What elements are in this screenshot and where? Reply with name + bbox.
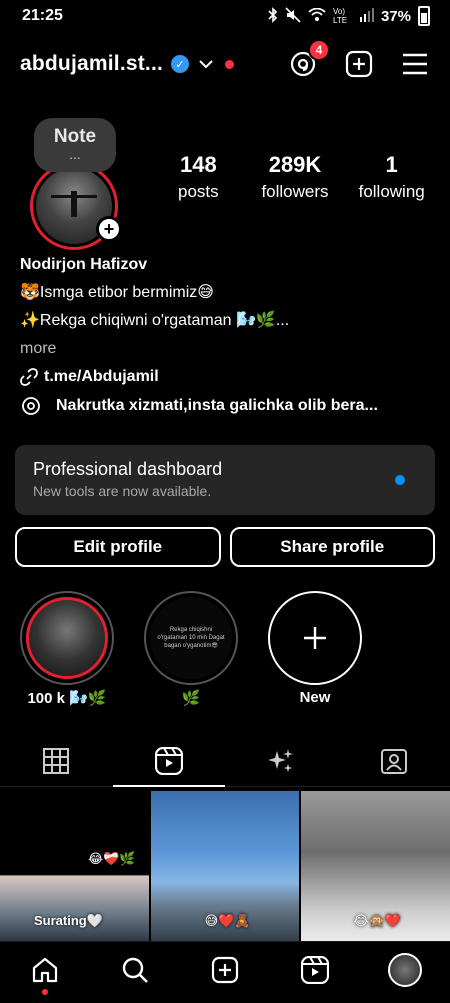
plus-icon xyxy=(268,591,362,685)
highlight-cover xyxy=(26,597,108,679)
home-notification-dot xyxy=(42,988,48,995)
tagged-person-icon xyxy=(380,748,407,774)
threads-text: Nakrutka xizmati,insta galichka olib ber… xyxy=(56,397,378,414)
highlight-label: New xyxy=(299,689,331,706)
nav-search[interactable] xyxy=(118,953,152,987)
display-name: Nodirjon Hafizov xyxy=(20,256,148,273)
profile-content-tabs xyxy=(0,735,450,787)
stat-value: 1 xyxy=(385,152,398,177)
profile-avatar[interactable]: + xyxy=(30,162,122,250)
plus-square-icon xyxy=(211,956,239,983)
bio-external-link[interactable]: t.me/Abdujamil xyxy=(20,363,430,391)
profile-stats: 148 posts 289K followers 1 following xyxy=(150,152,440,202)
highlight-ring: Rekga chiqishni o'rgataman 10 min Dagat … xyxy=(144,591,238,685)
new-indicator-dot xyxy=(395,475,405,485)
avatar xyxy=(388,952,422,987)
tab-reels[interactable] xyxy=(112,735,226,787)
note-dots: ... xyxy=(69,146,81,162)
reels-icon xyxy=(301,955,329,984)
stat-value: 289K xyxy=(268,152,322,177)
highlight-label: 🌿 xyxy=(181,690,201,707)
battery-percent: 37% xyxy=(380,7,411,25)
create-button[interactable] xyxy=(344,49,374,79)
wifi-icon xyxy=(308,7,326,25)
tab-tagged[interactable] xyxy=(338,735,450,786)
bottom-navigation xyxy=(0,941,450,1003)
stat-label: following xyxy=(358,182,425,201)
account-notification-dot xyxy=(225,59,235,69)
note-bubble[interactable]: Note ... xyxy=(34,118,116,172)
grid-item[interactable]: 😅❤️🧸 xyxy=(150,791,300,943)
reels-icon xyxy=(154,746,183,775)
followers-count[interactable]: 289K followers xyxy=(247,152,344,202)
highlight-label: 100 k 🌬️🌿 xyxy=(27,690,107,707)
username-switcher[interactable]: abdujamil.st... xyxy=(20,52,163,76)
bluetooth-icon xyxy=(268,6,278,26)
share-profile-button[interactable]: Share profile xyxy=(229,527,435,567)
nav-home[interactable] xyxy=(28,953,62,995)
nav-reels[interactable] xyxy=(298,953,332,987)
nav-create[interactable] xyxy=(208,953,242,987)
hamburger-menu-icon xyxy=(403,53,427,75)
following-count[interactable]: 1 following xyxy=(343,152,440,202)
highlight-ring xyxy=(20,591,114,685)
profile-action-buttons: Edit profile Share profile xyxy=(15,527,435,567)
threads-badge: 4 xyxy=(308,39,330,61)
threads-profile-link[interactable]: Nakrutka xizmati,insta galichka olib ber… xyxy=(20,395,430,417)
bio-line-1: 🐯Ismga etibor bermimiz😅 xyxy=(20,284,214,301)
signal-icon xyxy=(359,7,374,25)
bio-more-link[interactable]: more xyxy=(20,335,430,363)
add-story-plus-icon[interactable]: + xyxy=(96,216,122,242)
highlight-cover-text: Rekga chiqishni o'rgataman 10 min Dagat … xyxy=(157,627,225,649)
search-icon xyxy=(122,957,148,983)
edit-profile-button[interactable]: Edit profile xyxy=(15,527,221,567)
dashboard-title: Professional dashboard xyxy=(33,459,223,479)
posts-count[interactable]: 148 posts xyxy=(150,152,247,202)
highlight-item[interactable]: 100 k 🌬️🌿 xyxy=(20,591,114,707)
highlight-cover: Rekga chiqishni o'rgataman 10 min Dagat … xyxy=(150,597,232,679)
threads-icon xyxy=(22,397,40,415)
stat-value: 148 xyxy=(179,152,217,177)
grid-item[interactable]: 😂❤️‍🩹🌿 Surating🤍 xyxy=(0,791,149,943)
verified-badge-icon: ✓ xyxy=(171,55,190,73)
grid-item[interactable]: 😂🙊❤️ xyxy=(301,791,450,943)
tab-posts-grid[interactable] xyxy=(0,735,113,786)
bio-line-2: ✨Rekga chiqiwni o'rgataman 🌬️🌿... xyxy=(20,312,290,329)
new-highlight-button[interactable]: New xyxy=(268,591,362,707)
profile-header: abdujamil.st... ✓ 4 xyxy=(0,38,450,90)
stat-label: posts xyxy=(178,182,219,201)
status-icons: Vo) LTE 37% xyxy=(268,6,430,26)
mute-icon xyxy=(285,6,301,26)
grid-item-caption: 😅❤️🧸 xyxy=(204,913,251,928)
note-title: Note xyxy=(53,126,97,147)
threads-button[interactable]: 4 xyxy=(288,39,330,79)
professional-dashboard-card[interactable]: Professional dashboard New tools are now… xyxy=(15,445,435,515)
dashboard-subtitle: New tools are now available. xyxy=(33,483,212,499)
plus-square-icon xyxy=(345,50,373,78)
status-bar: 21:25 Vo) LTE 37% xyxy=(0,0,450,32)
grid-item-caption: Surating🤍 xyxy=(34,913,103,928)
profile-bio: Nodirjon Hafizov 🐯Ismga etibor bermimiz😅… xyxy=(20,251,430,391)
stat-label: followers xyxy=(261,182,329,201)
link-text: t.me/Abdujamil xyxy=(44,368,159,385)
grid-item-caption: 😂❤️‍🩹🌿 xyxy=(88,851,136,866)
highlight-item[interactable]: Rekga chiqishni o'rgataman 10 min Dagat … xyxy=(144,591,238,707)
sparkles-icon xyxy=(268,748,294,772)
status-time: 21:25 xyxy=(22,7,63,24)
grid-item-caption: 😂🙊❤️ xyxy=(353,913,401,928)
chevron-down-icon[interactable] xyxy=(199,59,213,69)
nav-profile[interactable] xyxy=(388,952,422,987)
grid-icon xyxy=(43,747,70,774)
network-label: Vo) LTE xyxy=(332,7,348,25)
tab-ai[interactable] xyxy=(225,735,338,786)
home-icon xyxy=(32,957,58,982)
battery-icon xyxy=(418,6,430,26)
link-icon xyxy=(20,368,38,386)
menu-button[interactable] xyxy=(400,49,430,79)
story-highlights: 100 k 🌬️🌿 Rekga chiqishni o'rgataman 10 … xyxy=(20,591,362,707)
reels-grid: 😂❤️‍🩹🌿 Surating🤍 😅❤️🧸 😂🙊❤️ xyxy=(0,791,450,943)
